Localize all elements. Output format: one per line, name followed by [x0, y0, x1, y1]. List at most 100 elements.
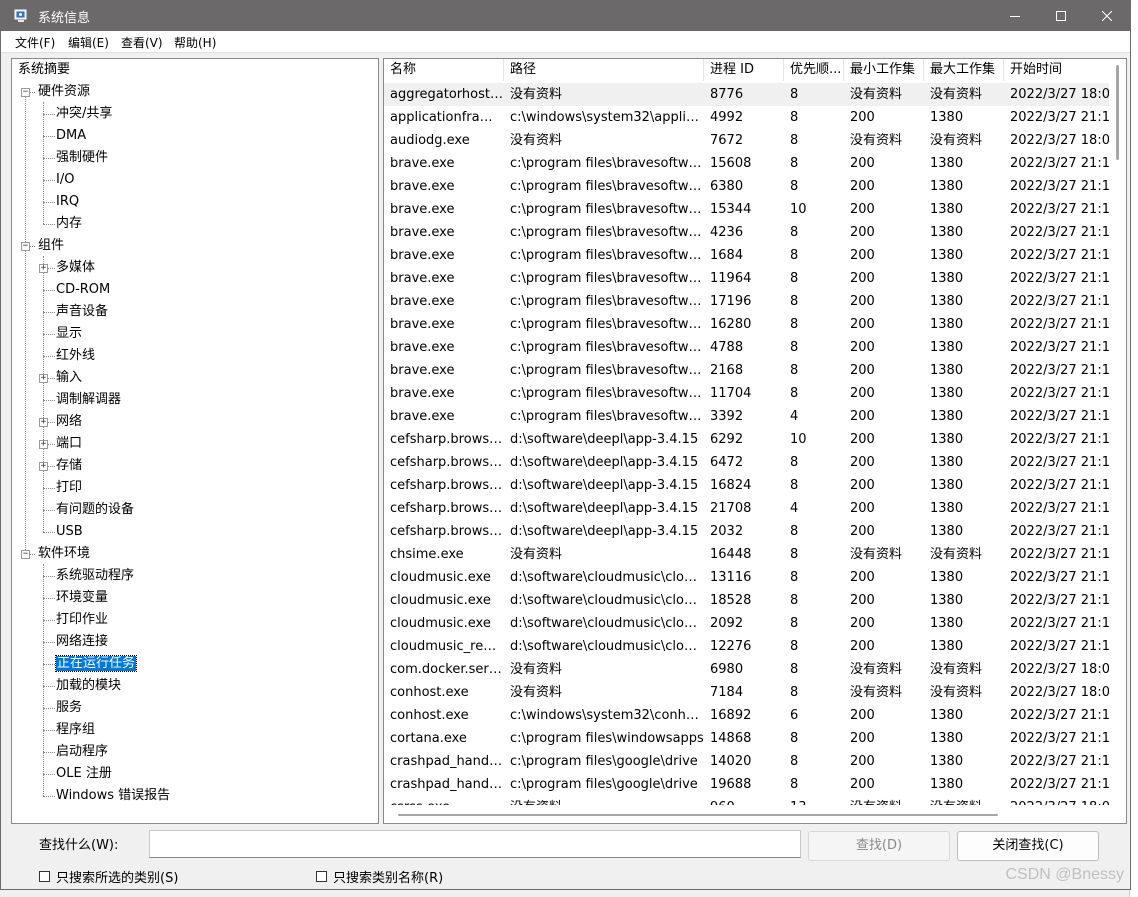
table-row[interactable]: brave.exe c:\program files\bravesoftware 3… — [384, 405, 1110, 428]
table-row[interactable]: cloudmusic.exe d:\software\cloudmusic\clo… — [384, 566, 1110, 589]
tree-item[interactable]: 有问题的设备 — [56, 500, 134, 520]
close-button[interactable] — [1084, 1, 1130, 31]
table-row[interactable]: brave.exe c:\program files\bravesoftware 6… — [384, 175, 1110, 198]
table-row[interactable]: cefsharp.browsersubprocess.exe d:\softwar… — [384, 428, 1110, 451]
horizontal-scrollbar[interactable] — [384, 806, 1126, 823]
expand-icon[interactable]: + — [39, 462, 48, 471]
column-header-priority[interactable]: 优先顺... — [784, 59, 844, 81]
table-row[interactable]: com.docker.service 没有资料 6980 8 没有资料 没有资料 2022/… — [384, 658, 1110, 681]
table-row[interactable]: cefsharp.browsersubprocess.exe d:\softwar… — [384, 520, 1110, 543]
menu-help[interactable]: 帮助(H) — [174, 34, 216, 51]
maximize-button[interactable] — [1038, 1, 1084, 31]
table-row[interactable]: cefsharp.browsersubprocess.exe d:\softwar… — [384, 474, 1110, 497]
table-row[interactable]: crashpad_handler.exe c:\program files\goo… — [384, 773, 1110, 796]
category-tree[interactable]: 系统摘要 − 硬件资源 冲突/共享 DMA 强制硬件 I/O IRQ 内存 − 组件 + 多媒体 CD-R… — [11, 58, 379, 824]
tree-item[interactable]: 正在运行任务 — [54, 654, 138, 674]
tree-item[interactable]: 声音设备 — [56, 302, 108, 322]
table-row[interactable]: aggregatorhost.exe 没有资料 8776 8 没有资料 没有资料 2022/… — [384, 83, 1110, 106]
table-row[interactable]: cefsharp.browsersubprocess.exe d:\softwar… — [384, 451, 1110, 474]
table-row[interactable]: cefsharp.browsersubprocess.exe d:\softwar… — [384, 497, 1110, 520]
tree-item[interactable]: 多媒体 — [56, 258, 95, 278]
search-selected-category-checkbox[interactable]: 只搜索所选的类别(S) — [39, 867, 178, 886]
column-header-pid[interactable]: 进程 ID — [704, 59, 784, 81]
tree-item[interactable]: 打印 — [56, 478, 82, 498]
table-row[interactable]: brave.exe c:\program files\bravesoftware 1… — [384, 244, 1110, 267]
tree-item[interactable]: 输入 — [56, 368, 82, 388]
table-row[interactable]: cloudmusic.exe d:\software\cloudmusic\clo… — [384, 612, 1110, 635]
collapse-icon[interactable]: − — [21, 88, 30, 97]
tree-item[interactable]: Windows 错误报告 — [56, 786, 170, 806]
tree-item[interactable]: 程序组 — [56, 720, 95, 740]
table-row[interactable]: brave.exe c:\program files\bravesoftware 4… — [384, 336, 1110, 359]
table-row[interactable]: conhost.exe c:\windows\system32\conhost.e… — [384, 704, 1110, 727]
column-header-start-time[interactable]: 开始时间 — [1004, 59, 1110, 81]
tree-item[interactable]: 内存 — [56, 214, 82, 234]
expand-icon[interactable]: + — [39, 374, 48, 383]
tree-item[interactable]: 网络连接 — [56, 632, 108, 652]
tree-item[interactable]: 强制硬件 — [56, 148, 108, 168]
tree-item[interactable]: 存储 — [56, 456, 82, 476]
task-list[interactable]: 名称 路径 进程 ID 优先顺... 最小工作集 最大工作集 开始时间 aggregator… — [383, 58, 1127, 824]
title-bar[interactable]: 系统信息 — [1, 1, 1130, 31]
column-header-min-working-set[interactable]: 最小工作集 — [844, 59, 924, 81]
table-row[interactable]: cloudmusic.exe d:\software\cloudmusic\clo… — [384, 589, 1110, 612]
tree-item[interactable]: 系统摘要 — [18, 60, 70, 80]
horizontal-scroll-thumb[interactable] — [398, 814, 998, 816]
tree-item[interactable]: 组件 — [38, 236, 64, 256]
tree-item[interactable]: 环境变量 — [56, 588, 108, 608]
tree-item[interactable]: DMA — [56, 126, 86, 146]
close-find-button[interactable]: 关闭查找(C) — [957, 831, 1099, 861]
table-row[interactable]: cloudmusic_reporter.exe d:\software\cloud… — [384, 635, 1110, 658]
tree-item[interactable]: 打印作业 — [56, 610, 108, 630]
table-row[interactable]: brave.exe c:\program files\bravesoftware 1… — [384, 198, 1110, 221]
table-row[interactable]: chsime.exe 没有资料 16448 8 没有资料 没有资料 2022/3/27 21… — [384, 543, 1110, 566]
find-button[interactable]: 查找(D) — [808, 831, 950, 861]
find-input[interactable] — [149, 830, 801, 858]
tree-item[interactable]: 红外线 — [56, 346, 95, 366]
checkbox-box[interactable] — [39, 871, 50, 882]
table-row[interactable]: brave.exe c:\program files\bravesoftware 4… — [384, 221, 1110, 244]
table-row[interactable]: brave.exe c:\program files\bravesoftware 1… — [384, 382, 1110, 405]
tree-item[interactable]: I/O — [56, 170, 74, 190]
expand-icon[interactable]: + — [39, 440, 48, 449]
tree-item[interactable]: 调制解调器 — [56, 390, 121, 410]
tree-item[interactable]: 端口 — [56, 434, 82, 454]
tree-item[interactable]: CD-ROM — [56, 280, 110, 300]
table-row[interactable]: brave.exe c:\program files\bravesoftware 1… — [384, 313, 1110, 336]
checkbox-box[interactable] — [316, 871, 327, 882]
tree-item[interactable]: 服务 — [56, 698, 82, 718]
table-row[interactable]: applicationframehost.exe c:\windows\syste… — [384, 106, 1110, 129]
tree-item[interactable]: OLE 注册 — [56, 764, 112, 784]
collapse-icon[interactable]: − — [21, 242, 30, 251]
tree-item[interactable]: 冲突/共享 — [56, 104, 112, 124]
menu-edit[interactable]: 编辑(E) — [68, 34, 109, 51]
tree-item[interactable]: 启动程序 — [56, 742, 108, 762]
menu-view[interactable]: 查看(V) — [121, 34, 163, 51]
tree-item[interactable]: IRQ — [56, 192, 79, 212]
tree-item[interactable]: 网络 — [56, 412, 82, 432]
collapse-icon[interactable]: − — [21, 550, 30, 559]
tree-item[interactable]: 系统驱动程序 — [56, 566, 134, 586]
vertical-scroll-thumb[interactable] — [1116, 65, 1119, 160]
table-row[interactable]: cortana.exe c:\program files\windowsapps 1… — [384, 727, 1110, 750]
table-row[interactable]: csrss.exe没有资料96013没有资料没有资料2022/3/27 18:0 — [384, 796, 1110, 805]
table-row[interactable]: conhost.exe 没有资料 7184 8 没有资料 没有资料 2022/3/27 18… — [384, 681, 1110, 704]
tree-item[interactable]: 软件环境 — [38, 544, 90, 564]
minimize-button[interactable] — [992, 1, 1038, 31]
tree-item[interactable]: USB — [56, 522, 83, 542]
vertical-scrollbar[interactable] — [1109, 59, 1126, 807]
expand-icon[interactable]: + — [39, 264, 48, 273]
expand-icon[interactable]: + — [39, 418, 48, 427]
table-row[interactable]: brave.exe c:\program files\bravesoftware 1… — [384, 267, 1110, 290]
tree-item[interactable]: 硬件资源 — [38, 82, 90, 102]
menu-file[interactable]: 文件(F) — [15, 34, 55, 51]
tree-item[interactable]: 加载的模块 — [56, 676, 121, 696]
table-row[interactable]: audiodg.exe 没有资料 7672 8 没有资料 没有资料 2022/3/27 18… — [384, 129, 1110, 152]
column-header-name[interactable]: 名称 — [384, 59, 504, 81]
tree-item[interactable]: 显示 — [56, 324, 82, 344]
column-header-path[interactable]: 路径 — [504, 59, 704, 81]
column-header-max-working-set[interactable]: 最大工作集 — [924, 59, 1004, 81]
search-category-names-checkbox[interactable]: 只搜索类别名称(R) — [316, 867, 443, 886]
table-row[interactable]: brave.exe c:\program files\bravesoftware 1… — [384, 152, 1110, 175]
table-row[interactable]: brave.exe c:\program files\bravesoftware 2… — [384, 359, 1110, 382]
